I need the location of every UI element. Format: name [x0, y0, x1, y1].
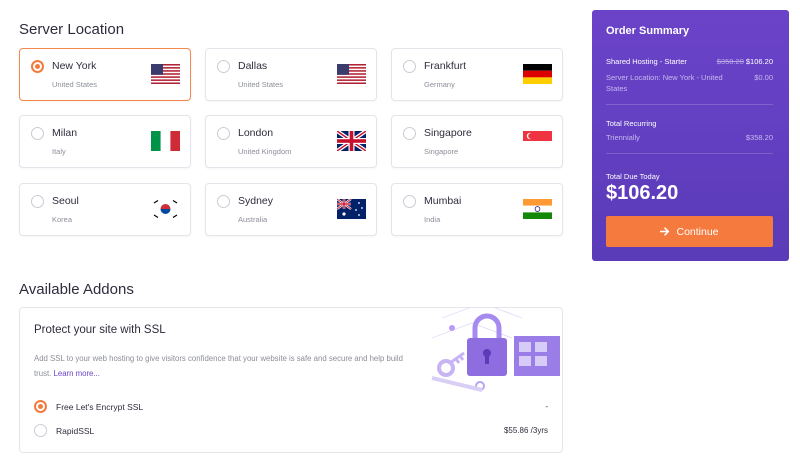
continue-label: Continue [676, 225, 719, 238]
location-city: New York [52, 60, 97, 72]
location-card-london[interactable]: London United Kingdom [205, 115, 377, 168]
total-due-amount: $106.20 [606, 182, 679, 204]
location-card-singapore[interactable]: Singapore Singapore [391, 115, 563, 168]
location-country: Australia [238, 215, 268, 224]
location-city: Seoul [52, 195, 79, 207]
location-summary-price: $0.00 [754, 73, 773, 82]
location-city: Singapore [424, 127, 472, 139]
location-radio[interactable] [31, 195, 44, 208]
location-radio[interactable] [403, 60, 416, 73]
location-radio[interactable] [217, 127, 230, 140]
location-city: Milan [52, 127, 78, 139]
recurring-period: Triennially [606, 133, 640, 142]
location-card-sydney[interactable]: Sydney Australia [205, 183, 377, 236]
location-radio[interactable] [403, 127, 416, 140]
location-card-new-york[interactable]: New York United States [19, 48, 191, 101]
location-grid: New York United States Dallas United Sta… [19, 48, 563, 236]
sg-flag-icon [523, 131, 552, 151]
location-country: Singapore [424, 147, 459, 156]
addon-description: Add SSL to your web hosting to give visi… [34, 351, 404, 381]
ssl-lock-illustration [431, 308, 560, 392]
plan-old-price: $358.20 [716, 57, 744, 66]
location-city: Frankfurt [424, 60, 467, 72]
location-city: Dallas [238, 60, 268, 72]
summary-location-row: Server Location: New York - United State… [606, 72, 773, 94]
location-country: United States [52, 80, 98, 89]
recurring-label-row: Total Recurring [606, 118, 773, 129]
location-country: Italy [52, 147, 66, 156]
summary-divider [606, 153, 773, 154]
us-flag-icon [151, 64, 180, 84]
location-country: United Kingdom [238, 147, 292, 156]
plan-label: Shared Hosting - Starter [606, 57, 687, 66]
recurring-row: Triennially $358.20 [606, 132, 773, 143]
location-country: Korea [52, 215, 73, 224]
available-addons-title: Available Addons [19, 281, 134, 298]
ssl-option-label: RapidSSL [56, 426, 95, 436]
location-radio[interactable] [403, 195, 416, 208]
arrow-right-icon [660, 227, 670, 236]
learn-more-link[interactable]: Learn more... [54, 369, 100, 378]
ssl-option-radio[interactable] [34, 400, 47, 413]
it-flag-icon [151, 131, 180, 151]
summary-divider [606, 104, 773, 105]
plan-price: $106.20 [745, 57, 773, 66]
summary-plan-row: Shared Hosting - Starter $358.20 $106.20 [606, 56, 773, 67]
ssl-option-price: - [545, 402, 548, 411]
server-location-title: Server Location [19, 21, 125, 38]
location-city: Sydney [238, 195, 274, 207]
location-city: London [238, 127, 274, 139]
order-summary-title: Order Summary [606, 25, 690, 37]
location-card-dallas[interactable]: Dallas United States [205, 48, 377, 101]
addon-card-title: Protect your site with SSL [34, 324, 166, 336]
location-card-milan[interactable]: Milan Italy [19, 115, 191, 168]
recurring-price: $358.20 [745, 133, 773, 142]
location-radio[interactable] [217, 195, 230, 208]
location-card-mumbai[interactable]: Mumbai India [391, 183, 563, 236]
ssl-option-price: $55.86 /3yrs [503, 426, 548, 435]
order-summary-panel: Order Summary Shared Hosting - Starter $… [592, 10, 789, 261]
ssl-option-letsencrypt[interactable]: Free Let's Encrypt SSL - [34, 400, 548, 414]
location-country: United States [238, 80, 284, 89]
location-country: India [424, 215, 441, 224]
au-flag-icon [337, 199, 366, 219]
location-radio[interactable] [217, 60, 230, 73]
total-due-label: Total Due Today [606, 172, 660, 181]
location-radio[interactable] [31, 60, 44, 73]
continue-button[interactable]: Continue [606, 216, 773, 247]
kr-flag-icon [151, 199, 180, 219]
location-card-seoul[interactable]: Seoul Korea [19, 183, 191, 236]
location-city: Mumbai [424, 195, 462, 207]
recurring-label: Total Recurring [606, 119, 657, 128]
location-summary-label: Server Location: New York - United State… [606, 73, 723, 93]
ssl-option-radio[interactable] [34, 424, 47, 437]
ssl-option-label: Free Let's Encrypt SSL [56, 402, 144, 412]
location-country: Germany [424, 80, 455, 89]
de-flag-icon [523, 64, 552, 84]
ssl-option-rapidssl[interactable]: RapidSSL $55.86 /3yrs [34, 424, 548, 438]
location-card-frankfurt[interactable]: Frankfurt Germany [391, 48, 563, 101]
location-radio[interactable] [31, 127, 44, 140]
us-flag-icon [337, 64, 366, 84]
uk-flag-icon [337, 131, 366, 151]
in-flag-icon [523, 199, 552, 219]
ssl-addon-card: Protect your site with SSL Add SSL to yo… [19, 307, 563, 453]
